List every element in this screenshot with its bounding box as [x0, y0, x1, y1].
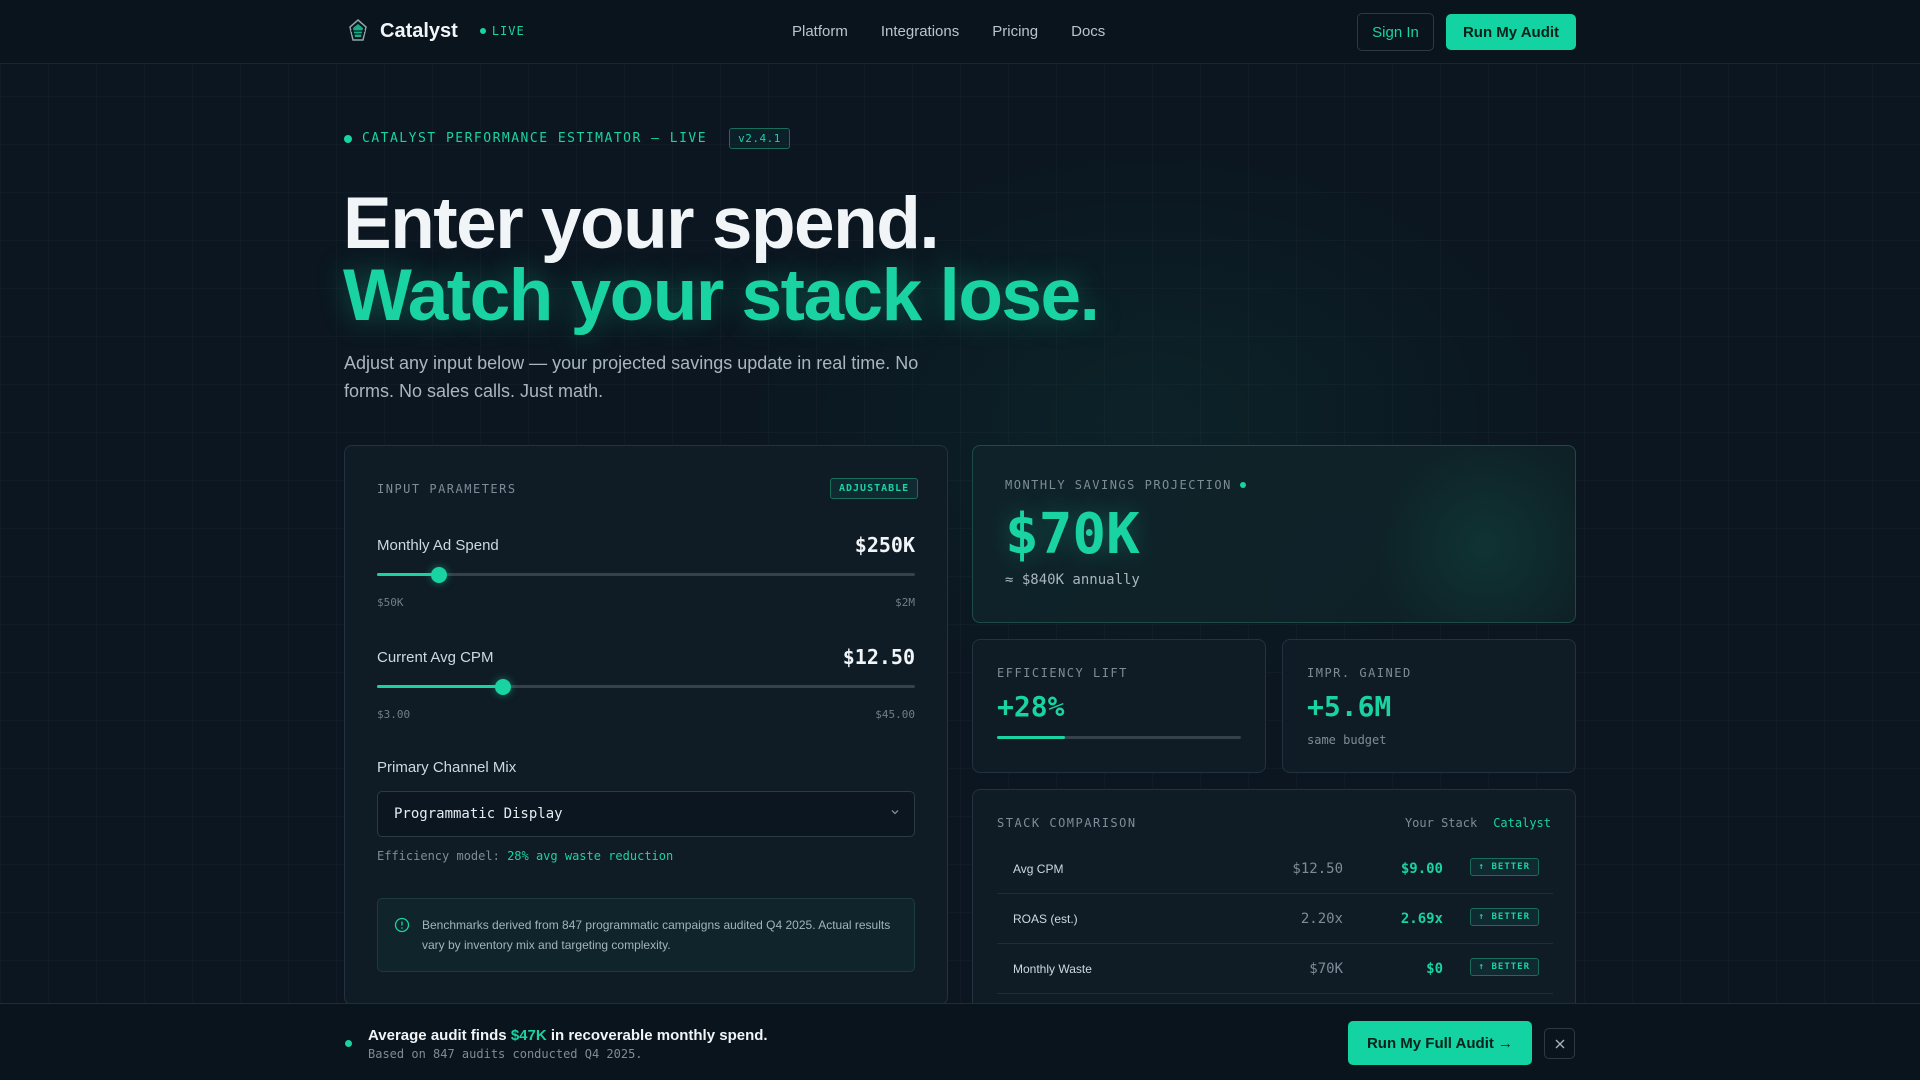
ad-spend-min: $50K — [377, 596, 404, 609]
version-badge: v2.4.1 — [729, 128, 790, 149]
comparison-row: ROAS (est.) 2.20x 2.69x ↑ BETTER — [997, 894, 1553, 944]
efficiency-lift-value: +28% — [997, 690, 1065, 723]
savings-glow — [1355, 446, 1575, 622]
live-dot-icon — [479, 28, 486, 34]
savings-label: MONTHLY SAVINGS PROJECTION — [1005, 478, 1232, 492]
eyebrow-dot-icon — [344, 134, 352, 143]
banner-dot-icon — [345, 1040, 352, 1047]
info-icon — [394, 917, 410, 933]
ad-spend-slider-fill — [377, 573, 439, 576]
row-name: ROAS (est.) — [1013, 912, 1078, 926]
legend-catalyst: Catalyst — [1493, 816, 1551, 830]
impressions-sub: same budget — [1307, 733, 1387, 747]
cpm-value: $12.50 — [842, 645, 915, 669]
efficiency-lift-label: EFFICIENCY LIFT — [997, 666, 1128, 680]
cpm-max: $45.00 — [875, 708, 915, 721]
eyebrow-text: CATALYST PERFORMANCE ESTIMATOR — LIVE — [362, 131, 708, 146]
comparison-legend: Your Stack Catalyst — [1405, 816, 1551, 830]
input-parameters-card: INPUT PARAMETERS ADJUSTABLE Monthly Ad S… — [344, 445, 948, 1005]
cpm-min: $3.00 — [377, 708, 411, 721]
row-catalyst: 2.69x — [1400, 911, 1443, 927]
row-name: Monthly Waste — [1013, 962, 1092, 976]
efficiency-lift-bar-fill — [997, 736, 1066, 739]
input-parameters-label: INPUT PARAMETERS — [377, 482, 517, 496]
better-badge: ↑ BETTER — [1469, 958, 1539, 976]
channel-mix-select[interactable]: Programmatic Display — [377, 791, 915, 837]
close-icon — [1555, 1039, 1564, 1048]
ad-spend-slider-handle[interactable] — [430, 566, 447, 583]
audit-banner: Average audit finds $47K in recoverable … — [0, 1003, 1920, 1080]
row-your-stack: $70K — [1309, 961, 1343, 977]
row-your-stack: $12.50 — [1292, 861, 1343, 877]
adjustable-badge: ADJUSTABLE — [830, 478, 919, 499]
savings-value: $70K — [1005, 502, 1140, 567]
brand-name: Catalyst — [380, 19, 458, 42]
row-name: Avg CPM — [1013, 862, 1064, 876]
stack-comparison-card: STACK COMPARISON Your Stack Catalyst Avg… — [972, 789, 1576, 1029]
channel-mix-label: Primary Channel Mix — [377, 759, 517, 776]
efficiency-model-value: 28% avg waste reduction — [507, 849, 674, 863]
cpm-slider[interactable] — [377, 678, 915, 695]
savings-header: MONTHLY SAVINGS PROJECTION — [1005, 478, 1246, 492]
banner-prefix: Average audit finds — [368, 1027, 511, 1044]
impressions-value: +5.6M — [1307, 690, 1392, 723]
better-badge: ↑ BETTER — [1469, 908, 1539, 926]
nav-link-integrations[interactable]: Integrations — [881, 23, 959, 40]
brand[interactable]: Catalyst LIVE — [346, 18, 525, 44]
nav-link-docs[interactable]: Docs — [1071, 23, 1105, 40]
cpm-label: Current Avg CPM — [377, 649, 494, 666]
nav-links: Platform Integrations Pricing Docs — [792, 23, 1105, 40]
banner-close-button[interactable] — [1544, 1028, 1575, 1059]
ad-spend-slider[interactable] — [377, 566, 915, 583]
eyebrow: CATALYST PERFORMANCE ESTIMATOR — LIVE v2… — [344, 128, 790, 149]
banner-headline: Average audit finds $47K in recoverable … — [368, 1027, 768, 1044]
efficiency-lift-bar — [997, 736, 1241, 739]
row-your-stack: 2.20x — [1300, 911, 1343, 927]
efficiency-model: Efficiency model: 28% avg waste reductio… — [377, 849, 673, 863]
comparison-label: STACK COMPARISON — [997, 816, 1137, 830]
live-indicator: LIVE — [479, 24, 525, 38]
savings-live-dot-icon — [1239, 482, 1246, 488]
nav-link-platform[interactable]: Platform — [792, 23, 848, 40]
banner-suffix: in recoverable monthly spend. — [546, 1027, 768, 1044]
monthly-savings-card: MONTHLY SAVINGS PROJECTION $70K ≈ $840K … — [972, 445, 1576, 623]
cpm-slider-fill — [377, 685, 503, 688]
impressions-label: IMPR. GAINED — [1307, 666, 1412, 680]
row-catalyst: $0 — [1426, 961, 1443, 977]
comparison-row: Avg CPM $12.50 $9.00 ↑ BETTER — [997, 844, 1553, 894]
catalyst-logo-icon — [349, 19, 367, 41]
ad-spend-label: Monthly Ad Spend — [377, 537, 499, 554]
cpm-slider-handle[interactable] — [494, 678, 511, 695]
hero-title-line2: Watch your stack lose. — [343, 255, 1100, 336]
run-my-audit-button[interactable]: Run My Audit — [1446, 14, 1576, 50]
hero-title-line1: Enter your spend. — [343, 183, 940, 264]
benchmark-note: Benchmarks derived from 847 programmatic… — [377, 898, 915, 972]
savings-annual: ≈ $840K annually — [1005, 572, 1140, 588]
live-label: LIVE — [491, 24, 525, 38]
hero-subtitle: Adjust any input below — your projected … — [344, 353, 919, 401]
impressions-gained-card: IMPR. GAINED +5.6M same budget — [1282, 639, 1576, 773]
run-full-audit-button[interactable]: Run My Full Audit → — [1348, 1021, 1532, 1065]
banner-subtext: Based on 847 audits conducted Q4 2025. — [368, 1047, 643, 1061]
grid-background — [0, 0, 1920, 1080]
efficiency-model-prefix: Efficiency model: — [377, 849, 500, 863]
ad-spend-value: $250K — [854, 533, 915, 557]
better-badge: ↑ BETTER — [1469, 858, 1539, 876]
banner-amount: $47K — [510, 1027, 547, 1044]
nav-link-pricing[interactable]: Pricing — [992, 23, 1038, 40]
comparison-row: Monthly Waste $70K $0 ↑ BETTER — [997, 944, 1553, 994]
ad-spend-max: $2M — [895, 596, 915, 609]
efficiency-lift-card: EFFICIENCY LIFT +28% — [972, 639, 1266, 773]
row-catalyst: $9.00 — [1400, 861, 1443, 877]
top-nav: Catalyst LIVE Platform Integrations Pric… — [0, 0, 1920, 64]
sign-in-button[interactable]: Sign In — [1357, 13, 1434, 51]
legend-your-stack: Your Stack — [1404, 816, 1478, 830]
channel-mix-selected: Programmatic Display — [394, 806, 563, 822]
chevron-down-icon — [891, 810, 899, 815]
benchmark-note-text: Benchmarks derived from 847 programmatic… — [422, 918, 891, 952]
